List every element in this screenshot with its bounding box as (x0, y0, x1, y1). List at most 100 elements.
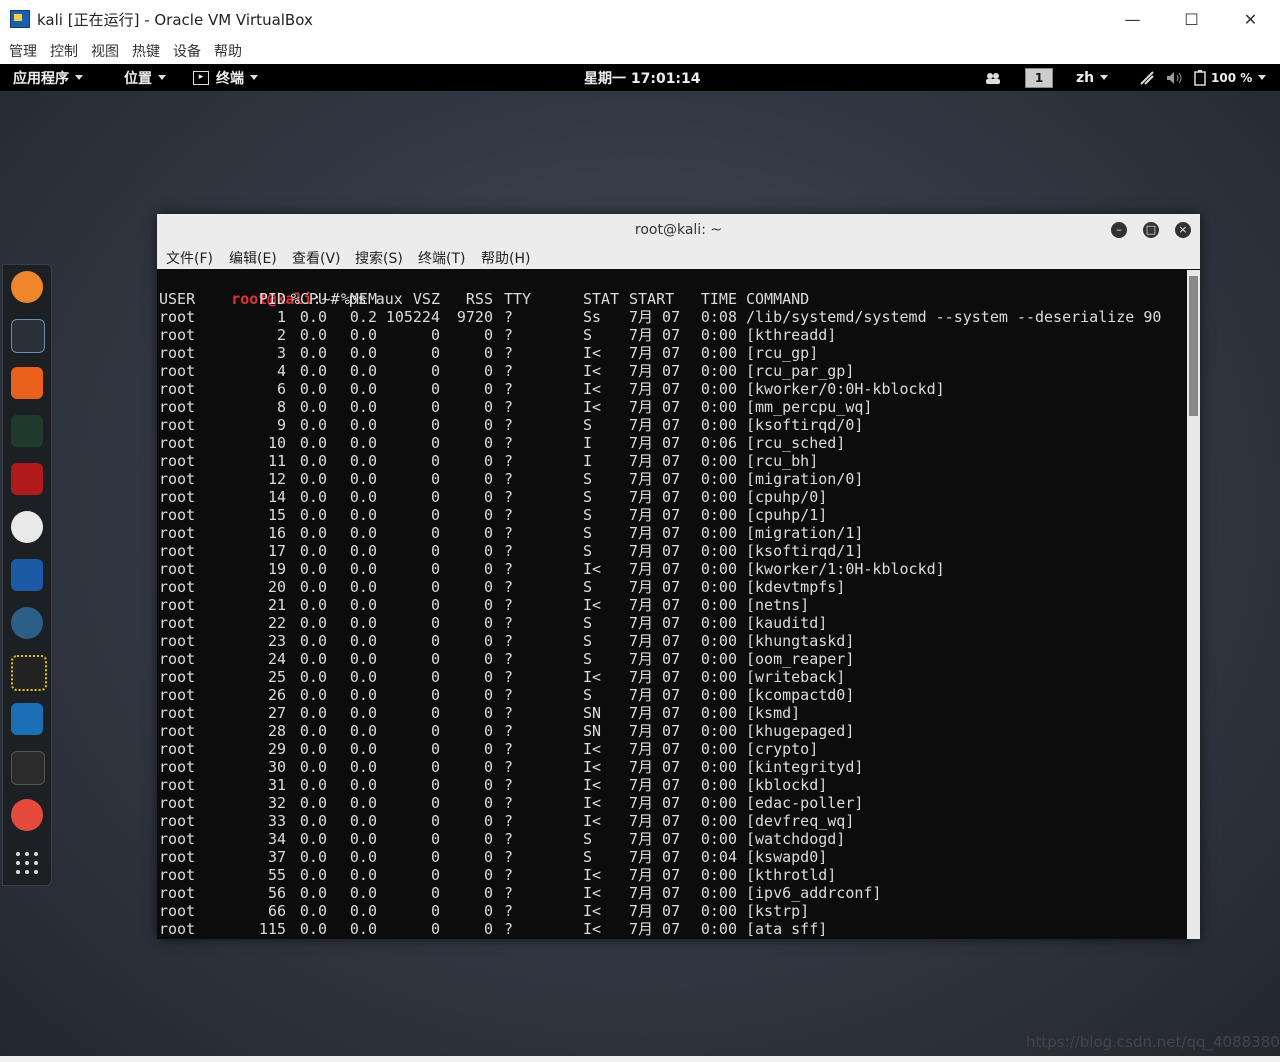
cell: [ata_sff] (746, 920, 828, 937)
cell: ? (504, 812, 514, 830)
sqlmap-icon[interactable] (11, 655, 47, 691)
applications-menu[interactable]: 应用程序 (13, 64, 83, 91)
menu-view[interactable]: 视图 (91, 41, 123, 61)
cell: I< (583, 362, 602, 380)
menu-help[interactable]: 帮助 (214, 41, 246, 61)
close-button[interactable]: ✕ (1221, 0, 1280, 38)
clock[interactable]: 星期一 17:01:14 (584, 64, 701, 91)
battery-menu[interactable]: 100 % (1194, 64, 1267, 91)
cell: root (159, 416, 196, 434)
people-icon[interactable] (985, 64, 1001, 91)
cell: S (583, 542, 593, 560)
cell: ? (504, 740, 514, 758)
vm-screen: 应用程序 位置 ▸ 终端 星期一 17:01:14 1 zh 100 % roo… (0, 64, 1280, 1056)
cell: 0 (483, 542, 493, 560)
cell: [kcompactd0] (746, 686, 855, 704)
armitage-icon[interactable] (11, 511, 43, 543)
cell: I< (583, 380, 602, 398)
cell: ? (504, 344, 514, 362)
cell: 0:00 (700, 740, 737, 758)
cell: 0 (483, 776, 493, 794)
cell: 0:00 (700, 380, 737, 398)
menu-help[interactable]: 帮助(H) (481, 248, 530, 268)
menu-search[interactable]: 搜索(S) (355, 248, 403, 268)
burpsuite-icon[interactable] (11, 367, 43, 399)
cell: 0 (483, 866, 493, 884)
cell: TTY (504, 290, 532, 308)
cell: /lib/systemd/systemd --system --deserial… (746, 308, 1162, 326)
cell: 0 (483, 614, 493, 632)
cell: root (159, 506, 196, 524)
menu-devices[interactable]: 设备 (173, 41, 205, 61)
cell: [kworker/0:0H-kblockd] (746, 380, 945, 398)
terminal-minimize-button[interactable]: – (1111, 222, 1127, 238)
maltego-icon[interactable] (11, 415, 43, 447)
terminal-close-button[interactable]: × (1175, 222, 1191, 238)
cell: root (159, 758, 196, 776)
menu-manage[interactable]: 管理 (9, 41, 41, 61)
cell: S (583, 488, 593, 506)
cell: 0:00 (700, 920, 737, 937)
cell: 9720 (456, 308, 493, 326)
cell: [khungtaskd] (746, 632, 855, 650)
cell: 0 (483, 758, 493, 776)
terminal-output[interactable]: root@kali:~# ps aux USER PID %CPU %MEM VSZ RS… (159, 270, 1183, 937)
metasploit-icon[interactable] (11, 559, 43, 591)
menu-control[interactable]: 控制 (50, 41, 82, 61)
john-icon[interactable] (11, 463, 43, 495)
cell: root (159, 920, 196, 937)
scrollbar-thumb[interactable] (1189, 276, 1198, 416)
cell: ? (504, 488, 514, 506)
menu-file[interactable]: 文件(F) (166, 248, 213, 268)
cell: 0:00 (700, 614, 737, 632)
cell: ? (504, 776, 514, 794)
cell: 0 (483, 596, 493, 614)
cell: 0 (483, 704, 493, 722)
terminal-icon: ▸ (193, 70, 209, 85)
volume-icon[interactable] (1166, 64, 1182, 91)
cell: [migration/1] (746, 524, 864, 542)
cell: I< (583, 740, 602, 758)
terminal-app-menu[interactable]: ▸ 终端 (193, 64, 258, 91)
network-icon[interactable] (1139, 64, 1155, 91)
eye-icon[interactable] (11, 607, 43, 639)
cell: COMMAND (746, 290, 810, 308)
menu-edit[interactable]: 编辑(E) (229, 248, 277, 268)
minimize-button[interactable]: — (1103, 0, 1162, 38)
aircrack-icon[interactable] (11, 319, 45, 353)
places-menu[interactable]: 位置 (124, 64, 166, 91)
menu-view[interactable]: 查看(V) (292, 248, 341, 268)
terminal-scrollbar[interactable] (1187, 270, 1200, 939)
cell: [ksoftirqd/1] (746, 542, 864, 560)
vbox-window-title: kali [正在运行] - Oracle VM VirtualBox (37, 10, 313, 29)
chrome-icon[interactable] (11, 799, 43, 831)
terminal-dock-icon[interactable] (11, 751, 45, 785)
maximize-button[interactable]: ☐ (1162, 0, 1221, 38)
cell: S (583, 416, 593, 434)
cell: S (583, 686, 593, 704)
input-method-menu[interactable]: zh (1076, 64, 1109, 91)
cell: [cpuhp/1] (746, 506, 828, 524)
cell: ? (504, 596, 514, 614)
firefox-icon[interactable] (11, 271, 43, 303)
cell: 0 (483, 848, 493, 866)
cell: 0 (483, 452, 493, 470)
wireshark-icon[interactable] (11, 703, 43, 735)
menu-terminal[interactable]: 终端(T) (418, 248, 465, 268)
cell: 0:00 (700, 452, 737, 470)
cell: root (159, 830, 196, 848)
cell: [kswapd0] (746, 848, 828, 866)
workspace-indicator[interactable]: 1 (1025, 64, 1053, 91)
cell: S (583, 506, 593, 524)
cell: ? (504, 650, 514, 668)
cell: root (159, 344, 196, 362)
show-apps-icon[interactable] (11, 847, 43, 879)
cell: ? (504, 434, 514, 452)
cell: root (159, 578, 196, 596)
menu-hotkeys[interactable]: 热键 (132, 41, 164, 61)
cell: 0:00 (700, 722, 737, 740)
cell: root (159, 866, 196, 884)
cell: ? (504, 506, 514, 524)
cell: root (159, 560, 196, 578)
terminal-maximize-button[interactable]: □ (1143, 222, 1159, 238)
